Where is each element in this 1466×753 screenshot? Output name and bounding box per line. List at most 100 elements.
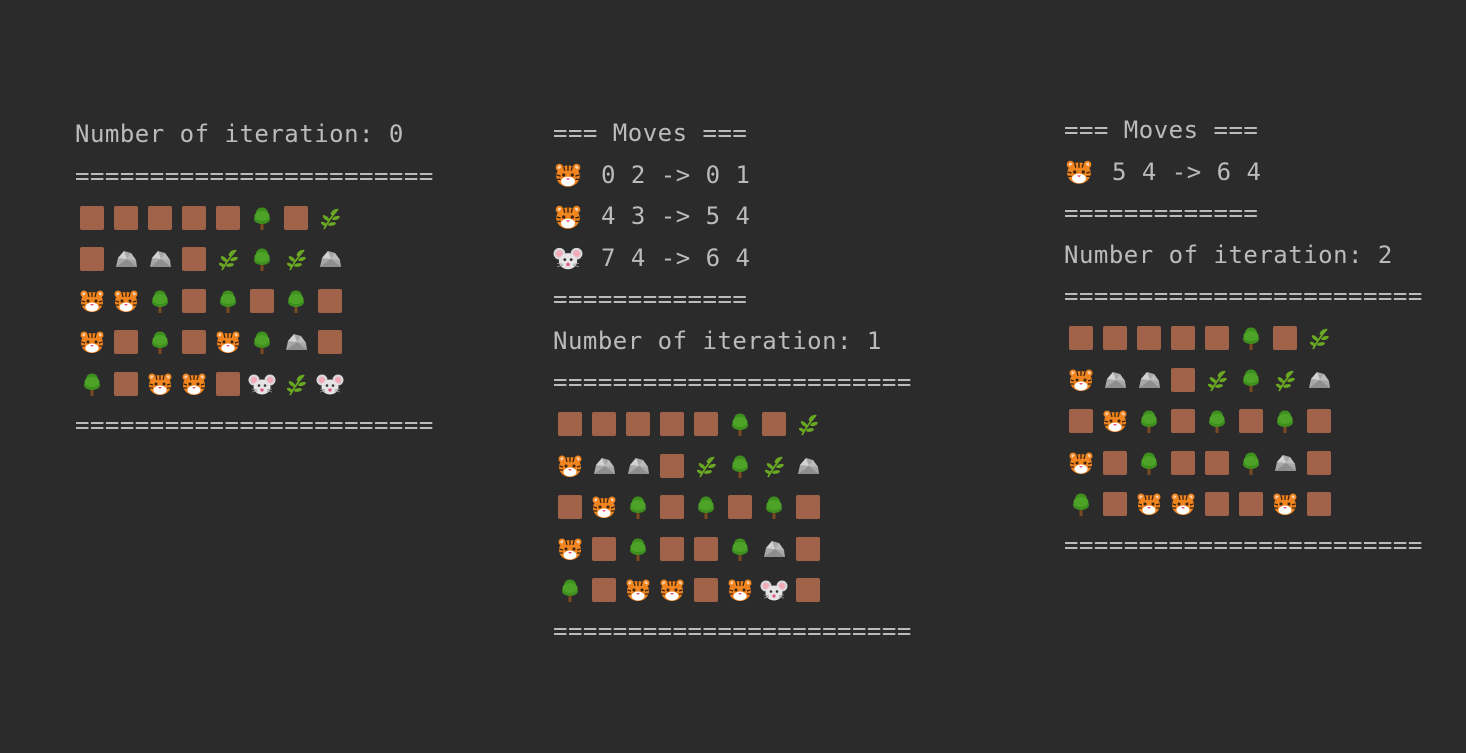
soil-tile-icon [1166,446,1200,480]
tiger-face-icon [1064,363,1098,397]
grid-row [1064,442,1423,484]
soil-tile-icon [1302,446,1336,480]
soil-tile-icon [75,242,109,276]
soil-tile-icon [553,407,587,441]
soil-tile-icon [1166,363,1200,397]
separator-line: ======================== [1064,531,1423,559]
soil-tile-icon [689,532,723,566]
tiger-face-icon [553,160,583,190]
plant-sprout-icon [279,367,313,401]
soil-tile-icon [1302,487,1336,521]
soil-tile-icon [587,573,621,607]
tree-icon [1234,363,1268,397]
soil-tile-icon [177,284,211,318]
grid-row [1064,318,1423,360]
plant-sprout-icon [1200,363,1234,397]
separator-line: ======================== [553,617,912,645]
grid-row [1064,359,1423,401]
tree-icon [1268,404,1302,438]
tree-icon [621,532,655,566]
soil-tile-icon [791,573,825,607]
tree-icon [143,284,177,318]
move-line: 4 3 -> 5 4 [553,196,912,238]
mouse-face-icon [313,367,347,401]
soil-tile-icon [1098,446,1132,480]
tree-icon [1234,446,1268,480]
soil-tile-icon [313,284,347,318]
tiger-face-icon [75,325,109,359]
iteration-header: Number of iteration: 0 [75,120,404,148]
plant-sprout-icon [1302,321,1336,355]
soil-tile-icon [143,201,177,235]
soil-tile-icon [689,407,723,441]
tiger-face-icon [655,573,689,607]
grid-row [75,280,434,322]
move-coordinates: 0 2 -> 0 1 [601,160,751,189]
console-output-iteration-1: === Moves === 0 2 -> 0 1 4 3 -> 5 4 7 4 … [553,113,912,653]
tiger-face-icon [211,325,245,359]
tree-icon [1064,487,1098,521]
soil-tile-icon [313,325,347,359]
tiger-face-icon [1064,157,1094,187]
soil-tile-icon [1200,446,1234,480]
soil-tile-icon [587,407,621,441]
grid-row [75,197,434,239]
grid-row [1064,401,1423,443]
plant-sprout-icon [279,242,313,276]
rock-icon [143,242,177,276]
separator-line: ======================== [1064,282,1423,310]
tiger-face-icon [553,449,587,483]
tree-icon [723,449,757,483]
soil-tile-icon [109,325,143,359]
rock-icon [757,532,791,566]
tree-icon [723,407,757,441]
rock-icon [109,242,143,276]
tree-icon [1132,404,1166,438]
tree-icon [1200,404,1234,438]
soil-tile-icon [1234,487,1268,521]
grid-row [75,363,434,405]
tiger-face-icon [553,202,583,232]
soil-tile-icon [1064,321,1098,355]
soil-tile-icon [75,201,109,235]
move-coordinates: 7 4 -> 6 4 [601,243,751,272]
soil-tile-icon [109,367,143,401]
plant-sprout-icon [689,449,723,483]
separator-line: ======================== [75,161,434,190]
tiger-face-icon [553,532,587,566]
soil-tile-icon [177,201,211,235]
tiger-face-icon [75,284,109,318]
tree-icon [689,490,723,524]
mouse-face-icon [757,573,791,607]
tree-icon [245,242,279,276]
tree-icon [279,284,313,318]
tree-icon [1132,446,1166,480]
soil-tile-icon [723,490,757,524]
soil-tile-icon [1302,404,1336,438]
soil-tile-icon [245,284,279,318]
soil-tile-icon [1064,404,1098,438]
rock-icon [1132,363,1166,397]
separator-line: ======================== [75,410,434,439]
rock-icon [587,449,621,483]
move-line: 5 4 -> 6 4 [1064,152,1423,194]
moves-header: === Moves === [1064,116,1259,144]
tiger-face-icon [143,367,177,401]
tree-icon [245,325,279,359]
tiger-face-icon [1132,487,1166,521]
soil-tile-icon [1268,321,1302,355]
tree-icon [75,367,109,401]
grid-row [1064,484,1423,526]
tiger-face-icon [177,367,211,401]
soil-tile-icon [1234,404,1268,438]
tree-icon [757,490,791,524]
soil-tile-icon [621,407,655,441]
mouse-face-icon [245,367,279,401]
soil-tile-icon [587,532,621,566]
soil-tile-icon [655,490,689,524]
mouse-face-icon [553,243,583,273]
console-output-iteration-0: Number of iteration: 0 ==================… [75,114,434,446]
tiger-face-icon [1064,446,1098,480]
rock-icon [1302,363,1336,397]
grid-row [553,487,912,529]
